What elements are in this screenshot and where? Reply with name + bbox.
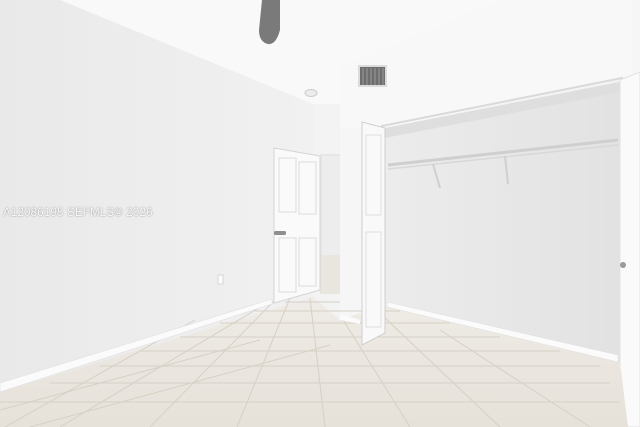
door-handle: [274, 231, 286, 235]
right-edge-door: [619, 71, 640, 427]
bedroom-photo: A12086195 SEFMLS© 2026: [0, 0, 640, 427]
closet-door: [361, 121, 386, 346]
right-door-knob: [620, 262, 626, 268]
wall-outlet: [217, 274, 224, 285]
ceiling-fan-blade: [259, 0, 280, 45]
bedroom-door: [273, 147, 321, 304]
watermark-text: A12086195 SEFMLS© 2026: [3, 207, 153, 219]
smoke-detector: [304, 89, 318, 97]
hallway-floor: [320, 255, 342, 294]
hallway-far-wall: [322, 156, 340, 256]
